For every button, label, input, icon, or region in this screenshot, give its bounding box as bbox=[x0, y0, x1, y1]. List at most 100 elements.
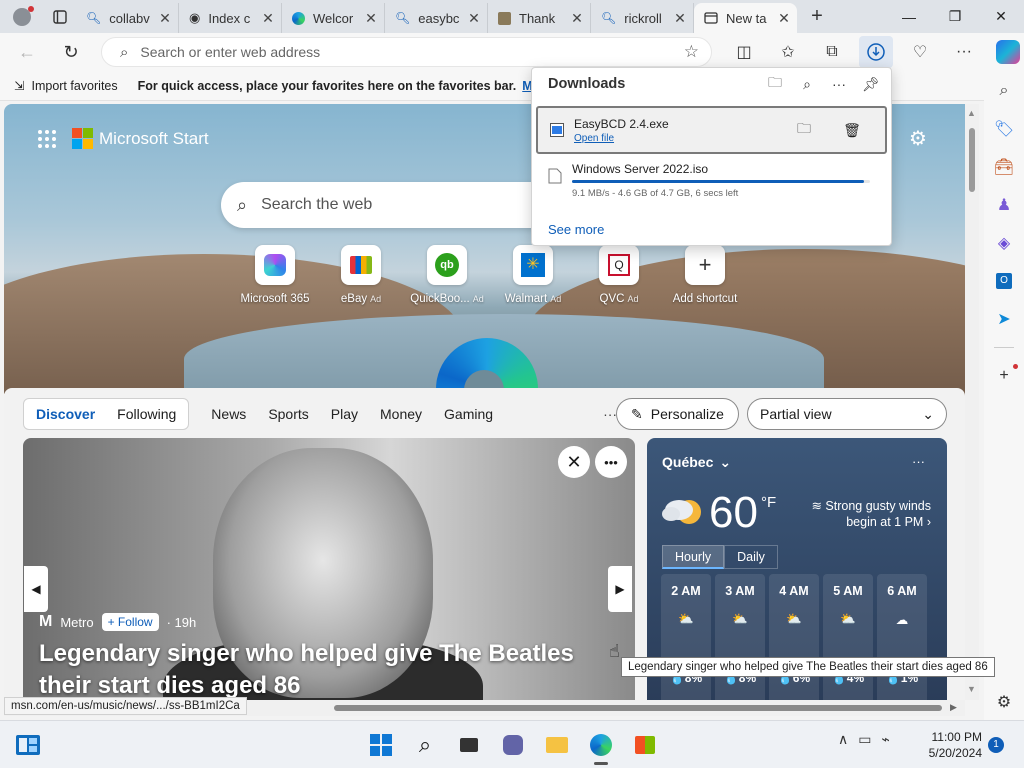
start-button[interactable] bbox=[362, 729, 400, 761]
refresh-button[interactable]: ↻ bbox=[52, 36, 90, 68]
close-icon[interactable]: ✕ bbox=[777, 10, 791, 27]
tab-gaming[interactable]: Gaming bbox=[444, 406, 493, 422]
show-in-folder-icon[interactable]: 🗀 bbox=[794, 120, 814, 140]
shortcut-walmart[interactable]: ✳ Walmart Ad bbox=[490, 245, 576, 305]
tab-0[interactable]: 🔍︎ collabv ✕ bbox=[76, 3, 179, 33]
tab-discover[interactable]: Discover bbox=[36, 406, 95, 422]
taskbar-search-button[interactable]: ⌕ bbox=[406, 729, 444, 761]
tab-news[interactable]: News bbox=[211, 406, 246, 422]
weather-location[interactable]: Québec ⌄ bbox=[662, 454, 731, 471]
tab-1[interactable]: ◉ Index c ✕ bbox=[179, 3, 282, 33]
minimize-button[interactable]: — bbox=[886, 0, 932, 33]
send-icon[interactable]: ➤ bbox=[994, 309, 1014, 329]
collections-button[interactable]: ⧉ bbox=[810, 36, 854, 68]
see-more-link[interactable]: See more bbox=[548, 222, 604, 237]
clock[interactable]: 11:00 PM 5/20/2024 bbox=[920, 729, 982, 761]
sidebar-add-icon[interactable]: + bbox=[994, 364, 1018, 386]
widgets-icon[interactable] bbox=[15, 734, 41, 756]
outlook-icon[interactable]: O bbox=[994, 271, 1014, 291]
tab-actions-button[interactable] bbox=[44, 0, 76, 33]
carousel-prev-button[interactable]: ◀ bbox=[24, 566, 48, 612]
page-settings-gear-icon[interactable]: ⚙ bbox=[909, 126, 927, 151]
tab-following[interactable]: Following bbox=[117, 406, 176, 422]
tab-2[interactable]: Welcor ✕ bbox=[282, 3, 385, 33]
tab-money[interactable]: Money bbox=[380, 406, 422, 422]
scroll-up-icon[interactable]: ▲ bbox=[967, 108, 976, 118]
card-more-button[interactable]: ••• bbox=[595, 446, 627, 478]
network-icon[interactable]: ⌁ bbox=[881, 731, 889, 748]
close-icon[interactable]: ✕ bbox=[570, 10, 584, 27]
browser-essentials-button[interactable]: ♡ bbox=[898, 36, 942, 68]
tools-icon[interactable]: 🧰︎ bbox=[994, 157, 1014, 177]
scroll-thumb[interactable] bbox=[969, 128, 975, 192]
hour-item[interactable]: 3 AM ⛅ 💧8% bbox=[715, 574, 765, 700]
maximize-button[interactable]: ❐ bbox=[932, 0, 978, 33]
search-downloads-icon[interactable]: ⌕ bbox=[797, 74, 817, 94]
open-downloads-folder-icon[interactable]: 🗀 bbox=[765, 74, 785, 94]
shortcut-quickbooks[interactable]: qb QuickBoo... Ad bbox=[404, 245, 490, 305]
tab-daily[interactable]: Daily bbox=[724, 545, 778, 569]
tab-play[interactable]: Play bbox=[331, 406, 358, 422]
close-icon[interactable]: ✕ bbox=[364, 10, 378, 27]
tab-5[interactable]: 🔍︎ rickroll ✕ bbox=[591, 3, 694, 33]
view-dropdown[interactable]: Partial view ⌄ bbox=[747, 398, 947, 430]
file-explorer-button[interactable] bbox=[538, 729, 576, 761]
import-favorites-button[interactable]: ⇲ Import favorites bbox=[14, 78, 118, 94]
app-launcher-icon[interactable] bbox=[38, 129, 56, 148]
shortcut-ebay[interactable]: eBay Ad bbox=[318, 245, 404, 305]
favorite-star-icon[interactable]: ☆ bbox=[684, 42, 699, 62]
shopping-tag-icon[interactable]: 🏷︎ bbox=[994, 119, 1014, 139]
hour-item[interactable]: 2 AM ⛅ 💧8% bbox=[661, 574, 711, 700]
vertical-scrollbar[interactable]: ▲ ▼ bbox=[965, 104, 979, 700]
hour-item[interactable]: 4 AM ⛅ 💧6% bbox=[769, 574, 819, 700]
download-item-in-progress[interactable]: Windows Server 2022.iso 9.1 MB/s - 4.6 G… bbox=[536, 158, 887, 206]
address-bar[interactable]: ⌕ Search or enter web address ☆ bbox=[101, 37, 712, 67]
scroll-right-icon[interactable]: ▶ bbox=[950, 702, 957, 713]
close-icon[interactable]: ✕ bbox=[467, 10, 481, 27]
shortcut-add[interactable]: + Add shortcut bbox=[662, 245, 748, 305]
close-window-button[interactable]: ✕ bbox=[978, 0, 1024, 33]
settings-more-button[interactable]: ··· bbox=[942, 36, 986, 68]
shortcut-qvc[interactable]: Q QVC Ad bbox=[576, 245, 662, 305]
back-button[interactable]: ← bbox=[8, 36, 46, 68]
open-file-link[interactable]: Open file bbox=[574, 133, 614, 144]
more-icon[interactable]: ··· bbox=[829, 74, 849, 94]
tab-active[interactable]: New ta ✕ bbox=[694, 3, 797, 33]
weather-more-button[interactable]: ··· bbox=[912, 454, 925, 469]
tab-4[interactable]: Thank ✕ bbox=[488, 3, 591, 33]
close-icon[interactable]: ✕ bbox=[673, 10, 687, 27]
games-icon[interactable]: ♟ bbox=[994, 195, 1014, 215]
split-screen-button[interactable]: ◫ bbox=[722, 36, 766, 68]
new-tab-button[interactable]: + bbox=[797, 5, 837, 28]
weather-condition[interactable]: ≋ Strong gusty winds begin at 1 PM › bbox=[791, 498, 931, 530]
pin-icon[interactable]: 📌︎ bbox=[861, 74, 881, 94]
personalize-button[interactable]: ✎ Personalize bbox=[616, 398, 739, 430]
tab-sports[interactable]: Sports bbox=[268, 406, 308, 422]
microsoft-365-icon[interactable]: ◈ bbox=[994, 233, 1014, 253]
close-icon[interactable]: ✕ bbox=[261, 10, 275, 27]
store-button[interactable] bbox=[626, 729, 664, 761]
close-icon[interactable]: ✕ bbox=[158, 10, 172, 27]
delete-icon[interactable]: 🗑︎ bbox=[842, 120, 862, 140]
edge-taskbar-button[interactable] bbox=[582, 729, 620, 765]
sidebar-search-icon[interactable]: ⌕ bbox=[994, 81, 1014, 101]
display-icon[interactable]: ▭ bbox=[858, 731, 871, 748]
dismiss-card-button[interactable]: ✕ bbox=[558, 446, 590, 478]
carousel-next-button[interactable]: ▶ bbox=[608, 566, 632, 612]
chevron-up-icon[interactable]: ∧ bbox=[838, 731, 848, 748]
teams-chat-button[interactable] bbox=[494, 729, 532, 761]
scroll-down-icon[interactable]: ▼ bbox=[967, 684, 976, 694]
profile-button[interactable] bbox=[0, 0, 44, 33]
hour-item[interactable]: 6 AM ☁ 💧1% bbox=[877, 574, 927, 700]
download-item[interactable]: EasyBCD 2.4.exe Open file 🗀 🗑︎ bbox=[536, 106, 887, 154]
sidebar-settings-icon[interactable]: ⚙ bbox=[994, 692, 1014, 712]
follow-button[interactable]: + Follow bbox=[101, 613, 159, 631]
favorites-button[interactable]: ✩ bbox=[766, 36, 810, 68]
hscroll-thumb[interactable] bbox=[334, 705, 942, 711]
news-card[interactable]: ✕ ••• ◀ ▶ M Metro + Follow · 19h Legenda… bbox=[23, 438, 635, 700]
tab-hourly[interactable]: Hourly bbox=[662, 545, 725, 569]
downloads-button[interactable] bbox=[859, 36, 893, 68]
ms-start-logo[interactable]: Microsoft Start bbox=[72, 128, 209, 149]
news-headline[interactable]: Legendary singer who helped give The Bea… bbox=[39, 638, 619, 700]
notification-badge[interactable]: 1 bbox=[988, 737, 1004, 753]
